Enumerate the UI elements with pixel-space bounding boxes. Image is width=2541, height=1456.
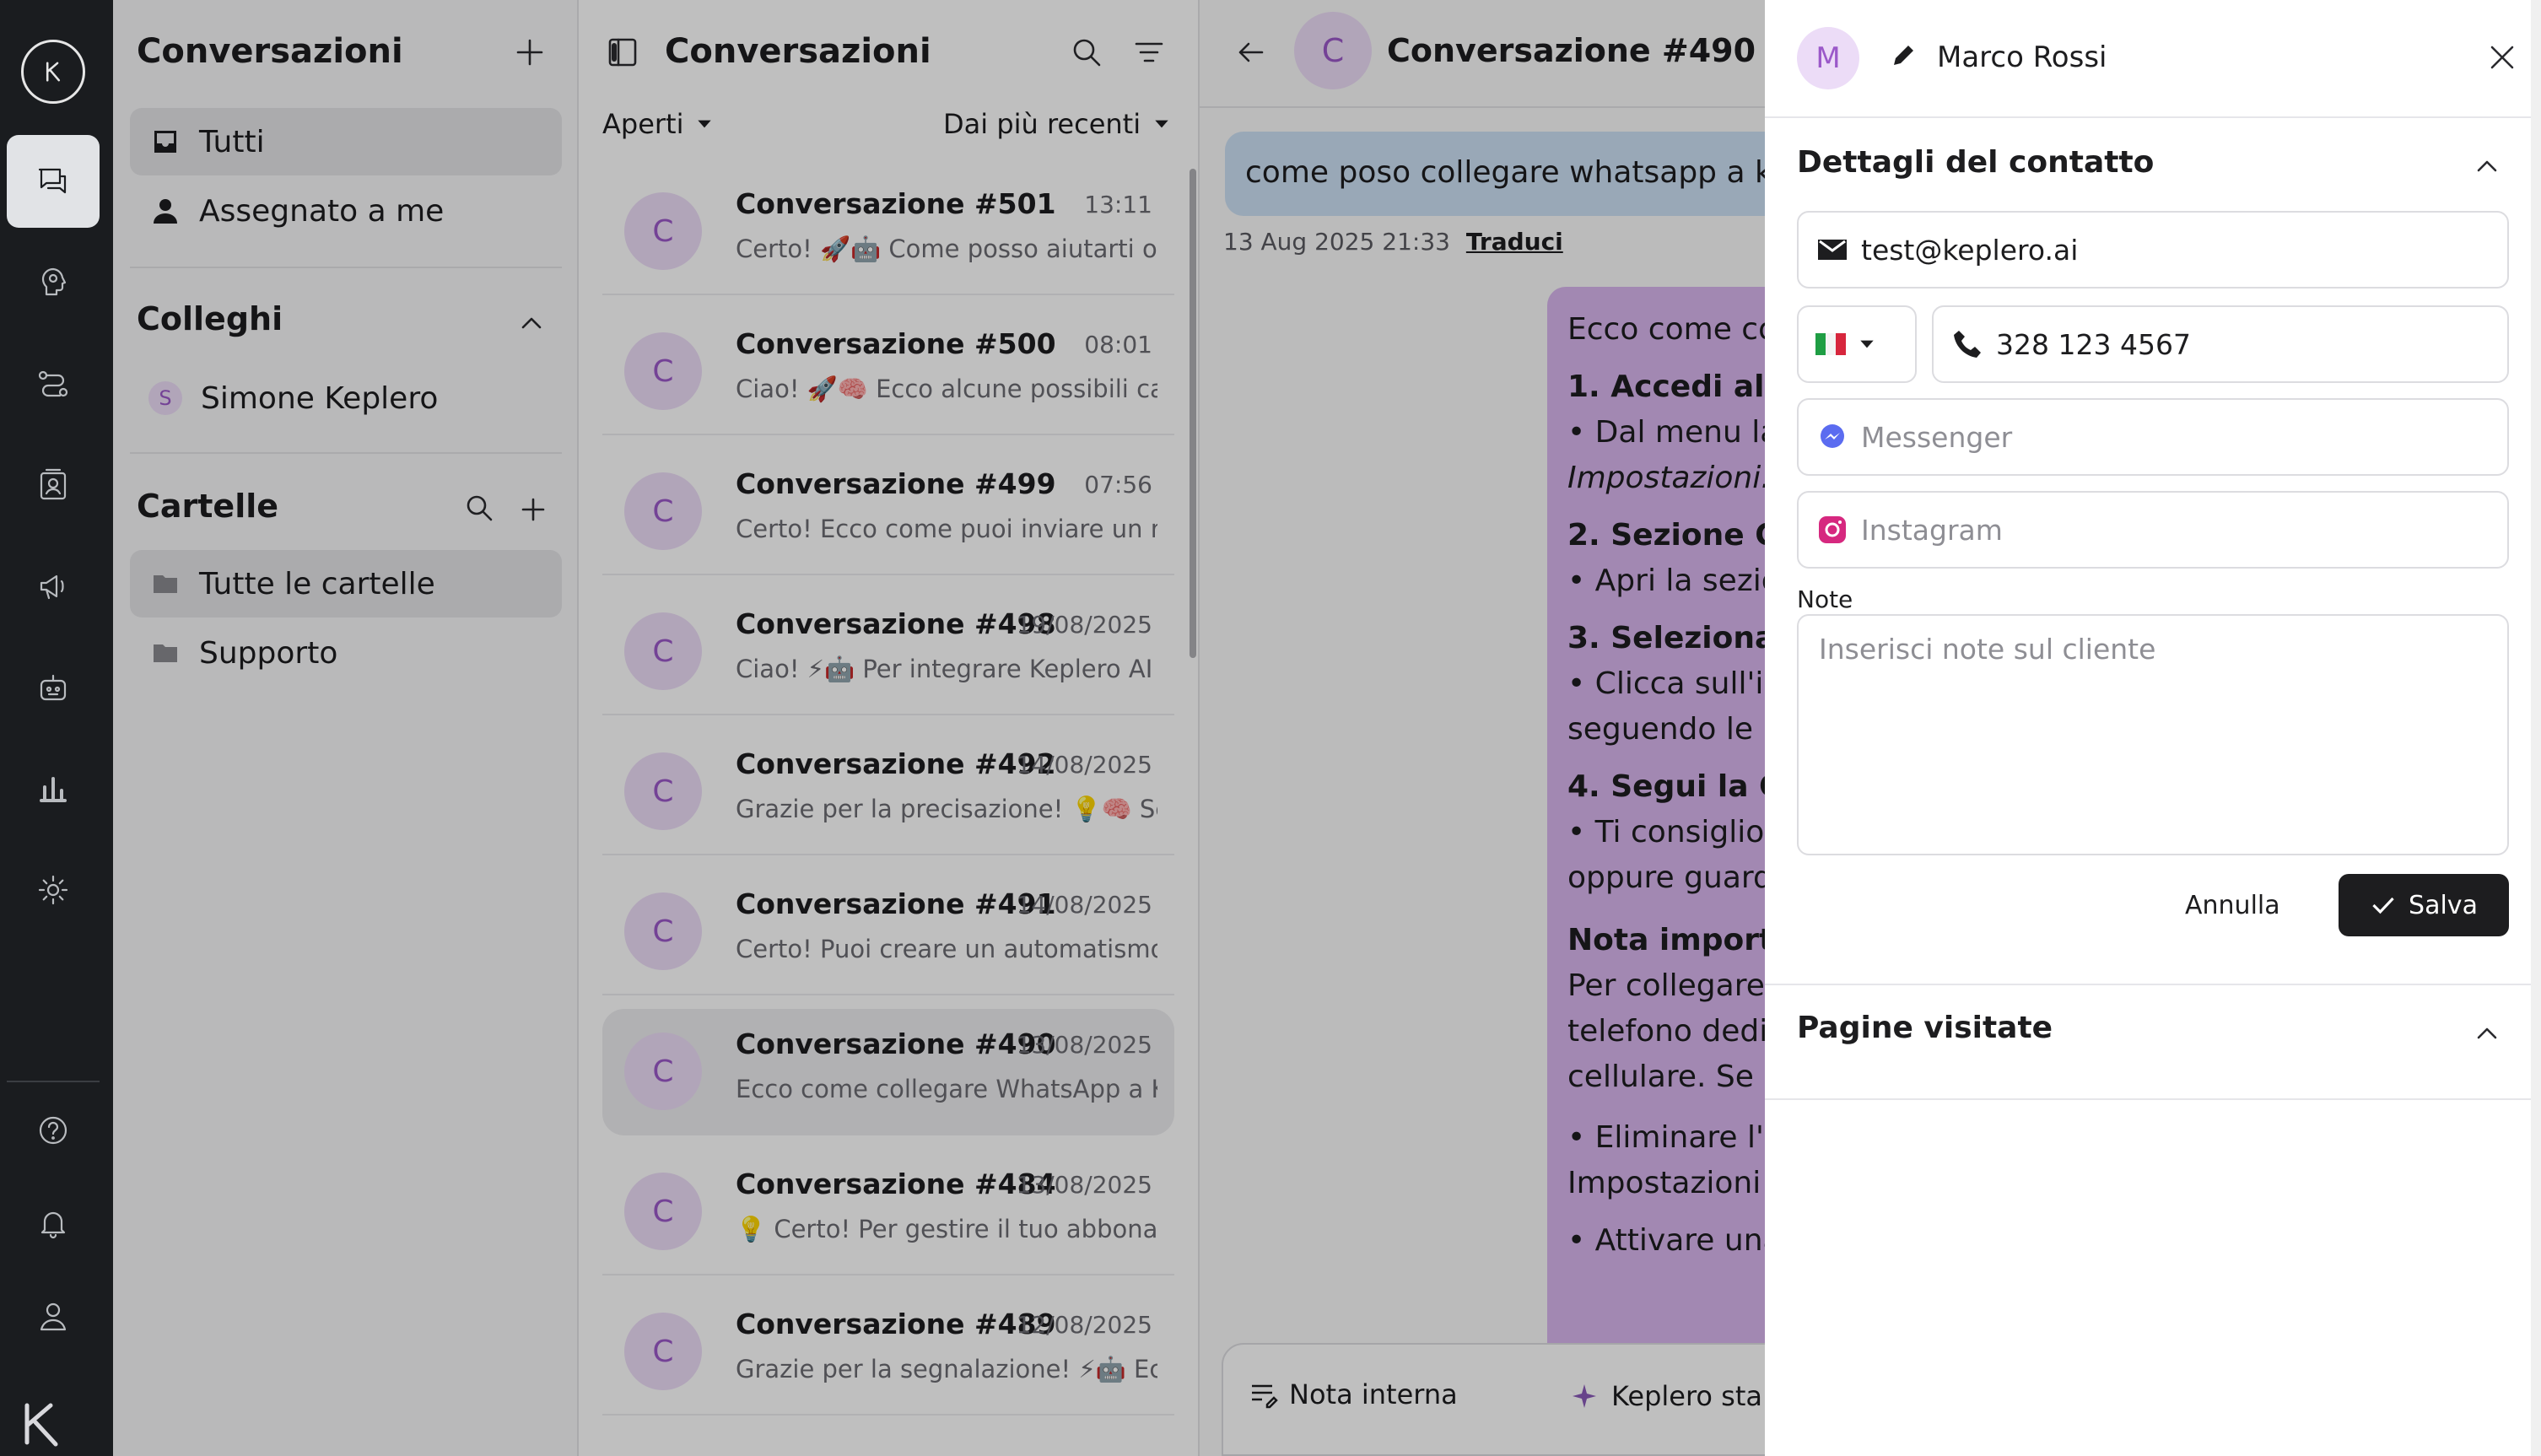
contact-name: Marco Rossi: [1937, 40, 2107, 74]
pencil-icon: [1894, 46, 1913, 65]
bar-chart-icon: [40, 777, 67, 802]
mail-icon: [1818, 240, 1847, 260]
instagram-field[interactable]: Instagram: [1797, 491, 2509, 569]
app-rail: [0, 0, 113, 1456]
bell-icon: [40, 1211, 66, 1239]
rail-help-button[interactable]: [7, 1084, 100, 1177]
contact-avatar: M: [1797, 27, 1859, 89]
rail-analytics-button[interactable]: [7, 742, 100, 835]
caret-down-icon: [1860, 340, 1874, 348]
rail-divider: [7, 1081, 100, 1082]
close-icon: [2490, 46, 2514, 69]
phone-icon: [1954, 331, 1981, 358]
keplero-logo: [21, 40, 85, 104]
keplero-brand-mark: [17, 1400, 67, 1448]
robot-icon: [40, 674, 67, 701]
notes-placeholder: Inserisci note sul cliente: [1819, 633, 2156, 666]
rail-settings-button[interactable]: [7, 844, 100, 936]
visited-pages-collapse-button[interactable]: [2470, 1016, 2504, 1053]
drawer-header-divider: [1765, 116, 2541, 118]
modal-overlay[interactable]: [113, 0, 1765, 1456]
notes-label: Note: [1797, 585, 1853, 613]
megaphone-icon: [40, 574, 64, 600]
messenger-placeholder: Messenger: [1861, 420, 2013, 454]
drawer-section-divider: [1765, 1098, 2541, 1100]
contact-details-collapse-button[interactable]: [2470, 148, 2504, 186]
rail-contacts-button[interactable]: [7, 439, 100, 531]
rail-automations-button[interactable]: [7, 337, 100, 430]
chevron-up-icon: [2477, 1027, 2497, 1039]
save-button-label: Salva: [2409, 890, 2478, 920]
keplero-logo-button[interactable]: [7, 25, 100, 118]
rail-knowledge-button[interactable]: [7, 236, 100, 329]
save-button[interactable]: Salva: [2339, 874, 2509, 936]
rail-bots-button[interactable]: [7, 641, 100, 734]
phone-value: 328 123 4567: [1996, 327, 2191, 361]
rail-notifications-button[interactable]: [7, 1177, 100, 1270]
contact-card-icon: [40, 468, 67, 500]
contact-details-title: Dettagli del contatto: [1797, 145, 2155, 180]
country-code-select[interactable]: [1797, 305, 1917, 383]
brain-head-icon: [41, 267, 67, 296]
notes-textarea[interactable]: Inserisci note sul cliente: [1797, 614, 2509, 855]
help-icon: [39, 1116, 67, 1145]
edit-name-button[interactable]: [1890, 40, 1918, 73]
email-value: test@keplero.ai: [1861, 233, 2079, 267]
rail-conversations-button[interactable]: [7, 135, 100, 228]
chat-icon: [38, 168, 67, 194]
drawer-section-divider: [1765, 984, 2541, 985]
check-icon: [2372, 897, 2394, 914]
drawer-scrollbar[interactable]: [2531, 0, 2541, 1456]
rail-campaigns-button[interactable]: [7, 540, 100, 633]
messenger-field[interactable]: Messenger: [1797, 398, 2509, 476]
messenger-icon: [1821, 424, 1844, 448]
cancel-button[interactable]: Annulla: [2185, 891, 2280, 920]
phone-field[interactable]: 328 123 4567: [1932, 305, 2509, 383]
rail-profile-button[interactable]: [7, 1270, 100, 1362]
route-icon: [38, 370, 68, 397]
instagram-placeholder: Instagram: [1861, 513, 2003, 547]
instagram-icon: [1819, 516, 1846, 543]
gear-icon: [38, 875, 68, 905]
email-field[interactable]: test@keplero.ai: [1797, 211, 2509, 289]
close-drawer-button[interactable]: [2485, 40, 2519, 78]
visited-pages-title: Pagine visitate: [1797, 1011, 2053, 1045]
italy-flag-icon: [1815, 333, 1846, 355]
user-icon: [40, 1302, 67, 1331]
chevron-up-icon: [2477, 160, 2497, 172]
